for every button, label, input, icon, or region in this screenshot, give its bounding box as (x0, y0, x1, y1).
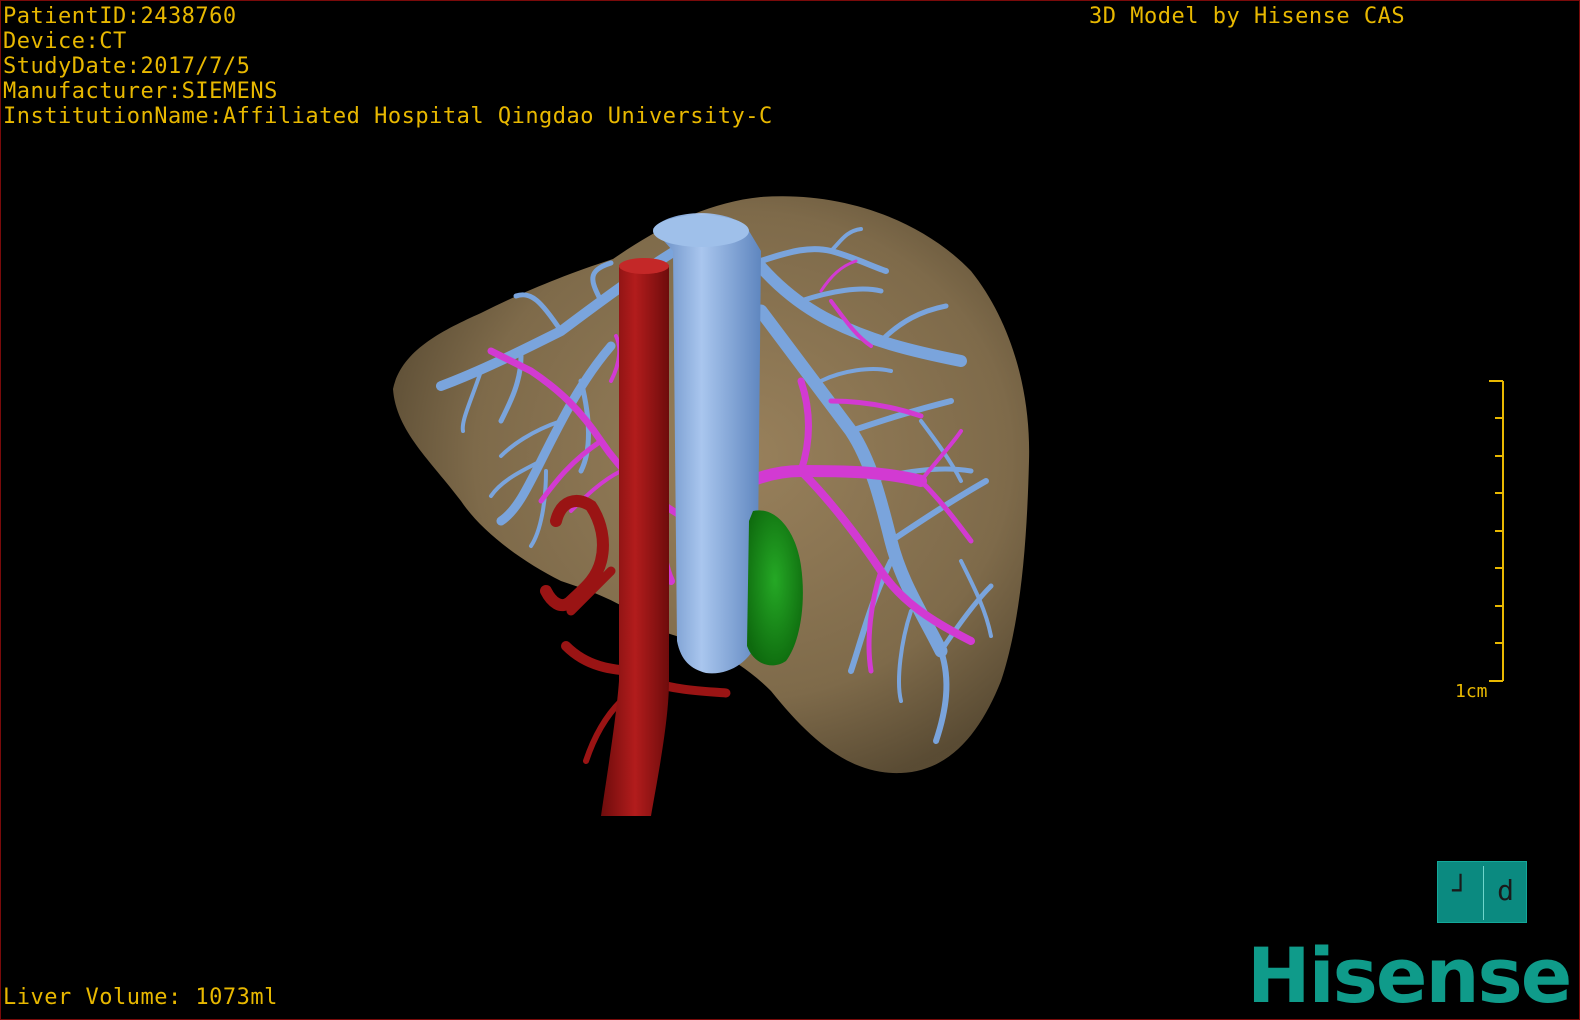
liver-3d-model[interactable] (1, 1, 1579, 1019)
hisense-logo: Hisense (1247, 931, 1572, 1020)
model-credit-text: 3D Model by Hisense CAS (1089, 4, 1406, 29)
study-date-text: StudyDate:2017/7/5 (3, 54, 251, 79)
institution-text: InstitutionName:Affiliated Hospital Qing… (3, 104, 773, 129)
patient-id-text: PatientID:2438760 (3, 4, 237, 29)
liver-volume-text: Liver Volume: 1073ml (3, 985, 278, 1010)
manufacturer-text: Manufacturer:SIEMENS (3, 79, 278, 104)
scale-bar (1489, 380, 1504, 682)
3d-viewport[interactable]: PatientID:2438760 Device:CT StudyDate:20… (0, 0, 1580, 1020)
orientation-face-left: ┘ (1452, 874, 1469, 907)
scale-bar-label: 1cm (1455, 681, 1488, 702)
orientation-cube[interactable]: ┘ d (1437, 861, 1527, 923)
device-text: Device:CT (3, 29, 127, 54)
orientation-face-right: d (1497, 874, 1514, 907)
